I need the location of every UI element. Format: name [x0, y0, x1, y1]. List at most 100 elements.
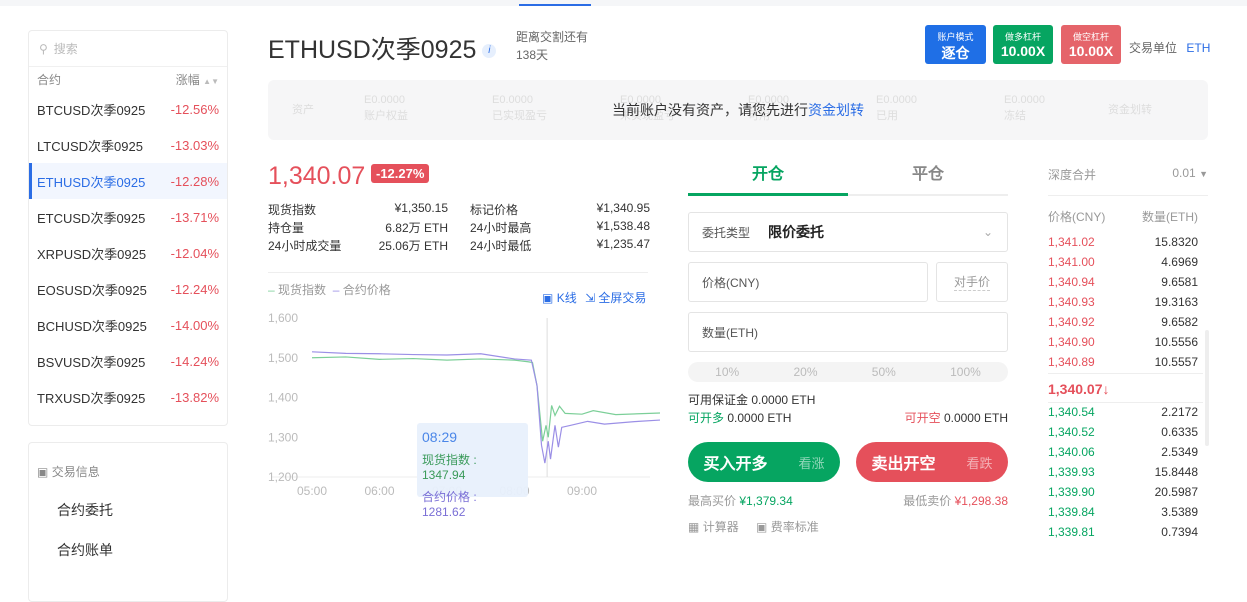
max-buy-label: 最高买价 — [688, 494, 737, 508]
contract-item[interactable]: BSVUSD次季0925 -14.24% — [29, 343, 227, 379]
orderbook-last-price: 1,340.07↓ — [1048, 373, 1203, 403]
stat-value: ¥1,235.47 — [596, 237, 650, 251]
orderbook-row[interactable]: 1,341.02 15.8320 — [1048, 232, 1198, 252]
account-mode-button[interactable]: 账户模式 逐仓 — [925, 25, 986, 64]
ticker-stat: 24小时最高 ¥1,538.48 — [470, 219, 650, 237]
orderbook-row[interactable]: 1,339.81 0.7394 — [1048, 522, 1198, 542]
orderbook-row[interactable]: 1,340.06 2.5349 — [1048, 442, 1198, 462]
contract-change: -13.03% — [170, 137, 219, 153]
menu-contract-orders[interactable]: 合约委托 — [29, 480, 227, 520]
fee-link[interactable]: ▣ 费率标准 — [756, 518, 819, 535]
contract-item[interactable]: ETCUSD次季0925 -13.71% — [29, 199, 227, 235]
order-type-label: 委托类型 — [702, 225, 751, 240]
contract-name: EOSUSD次季0925 — [37, 282, 147, 298]
orderbook-row[interactable]: 1,340.92 9.6582 — [1048, 312, 1198, 332]
short-leverage-button[interactable]: 做空杠杆 10.00X — [1061, 25, 1121, 64]
page-title: ETHUSD次季0925 i — [268, 30, 497, 66]
fund-transfer-link[interactable]: 资金划转 — [808, 102, 864, 118]
calculator-link[interactable]: ▦ 计算器 — [688, 518, 739, 535]
asset-value: E0.0000 — [492, 94, 533, 106]
row-price: 1,341.00 — [1048, 255, 1095, 269]
asset-label: 已用 — [876, 110, 898, 122]
order-type-select[interactable]: 委托类型 限价委托 ⌄ — [688, 212, 1008, 252]
orderbook-row[interactable]: 1,340.90 10.5556 — [1048, 332, 1198, 352]
can-long-value: 0.0000 ETH — [727, 411, 792, 425]
price-input[interactable]: 价格(CNY) — [688, 262, 928, 302]
divider — [268, 272, 648, 273]
orderbook-row[interactable]: 1,340.54 2.2172 — [1048, 402, 1198, 422]
unit-label: 交易单位 — [1129, 41, 1178, 55]
tooltip-spot: 现货指数 : 1347.94 — [422, 453, 477, 482]
pct-20[interactable]: 20% — [793, 365, 817, 379]
long-leverage-button[interactable]: 做多杠杆 10.00X — [993, 25, 1053, 64]
row-price: 1,340.94 — [1048, 275, 1095, 289]
tab-open-position[interactable]: 开仓 — [688, 160, 848, 196]
menu-contract-bills[interactable]: 合约账单 — [29, 520, 227, 560]
fullscreen-link[interactable]: ⇲ 全屏交易 — [585, 289, 646, 306]
sort-change[interactable]: 涨幅 ▲▼ — [176, 71, 219, 88]
quantity-input[interactable]: 数量(ETH) — [688, 312, 1008, 352]
contract-item[interactable]: TRXUSD次季0925 -13.82% — [29, 379, 227, 415]
orderbook-row[interactable]: 1,339.84 3.5389 — [1048, 502, 1198, 522]
contract-name: BTCUSD次季0925 — [37, 102, 146, 118]
dollar-icon: ▣ — [756, 520, 768, 534]
contract-list-panel: ⚲ 搜索 合约 涨幅 ▲▼ BTCUSD次季0925 -12.56% LTCUSD次季0… — [28, 30, 228, 426]
orderbook-row[interactable]: 1,340.93 19.3163 — [1048, 292, 1198, 312]
pct-50[interactable]: 50% — [872, 365, 896, 379]
unit-value[interactable]: ETH — [1186, 41, 1210, 55]
tab-close-position[interactable]: 平仓 — [848, 160, 1008, 196]
stat-value: 6.82万 ETH — [385, 221, 448, 235]
ticker-stat: 持仓量 6.82万 ETH — [268, 219, 448, 237]
counter-price-button[interactable]: 对手价 — [936, 262, 1008, 302]
info-icon[interactable]: i — [482, 44, 497, 59]
orderbook-scrollbar[interactable] — [1205, 330, 1209, 446]
sell-short-button[interactable]: 卖出开空 看跌 — [856, 442, 1008, 482]
row-price: 1,339.90 — [1048, 485, 1095, 499]
pct-10[interactable]: 10% — [715, 365, 739, 379]
ticker-stat: 24小时成交量 25.06万 ETH — [268, 237, 448, 255]
orderbook-row[interactable]: 1,339.93 15.8448 — [1048, 462, 1198, 482]
legend-contract: 合约价格 — [342, 283, 391, 297]
tooltip-time: 08:29 — [422, 429, 458, 445]
pct-100[interactable]: 100% — [950, 365, 981, 379]
top-nav-bar — [0, 0, 1247, 6]
orderbook-row[interactable]: 1,340.94 9.6581 — [1048, 272, 1198, 292]
search-input[interactable]: ⚲ 搜索 — [29, 31, 227, 67]
depth-merge-select[interactable]: 0.01 ▼ — [1172, 166, 1208, 180]
orderbook-row[interactable]: 1,339.90 20.5987 — [1048, 482, 1198, 502]
contract-name: LTCUSD次季0925 — [37, 138, 143, 154]
col-contract: 合约 — [37, 72, 62, 87]
orderbook-row[interactable]: 1,340.52 0.6335 — [1048, 422, 1198, 442]
buy-long-button[interactable]: 买入开多 看涨 — [688, 442, 840, 482]
ticker-stat: 标记价格 ¥1,340.95 — [470, 201, 650, 219]
contract-change: -12.28% — [170, 173, 219, 189]
contract-item[interactable]: ETHUSD次季0925 -12.28% — [29, 163, 227, 199]
orderbook-row[interactable]: 1,341.00 4.6969 — [1048, 252, 1198, 272]
kline-link[interactable]: ▣ K线 — [542, 289, 577, 306]
row-price: 1,340.90 — [1048, 335, 1095, 349]
orderbook-row[interactable]: 1,340.89 10.5557 — [1048, 352, 1198, 372]
contract-item[interactable]: BCHUSD次季0925 -14.00% — [29, 307, 227, 343]
kline-icon: ▣ — [542, 291, 554, 305]
badge-value: 逐仓 — [941, 45, 970, 61]
row-price: 1,340.89 — [1048, 355, 1095, 369]
contract-change: -12.04% — [170, 245, 219, 261]
row-price: 1,340.93 — [1048, 295, 1095, 309]
contract-item[interactable]: LTCUSD次季0925 -13.03% — [29, 127, 227, 163]
contract-item[interactable]: BTCUSD次季0925 -12.56% — [29, 91, 227, 127]
last-price-value: 1,340.07 — [1048, 381, 1103, 397]
row-price: 1,340.92 — [1048, 315, 1095, 329]
contract-change: -13.71% — [170, 209, 219, 225]
row-price: 1,339.81 — [1048, 525, 1095, 539]
contract-name: BCHUSD次季0925 — [37, 318, 147, 334]
x-tick-label: 09:00 — [567, 484, 597, 498]
row-price: 1,339.84 — [1048, 505, 1095, 519]
contract-item[interactable]: EOSUSD次季0925 -12.24% — [29, 271, 227, 307]
row-qty: 4.6969 — [1161, 255, 1198, 269]
contract-item[interactable]: XRPUSD次季0925 -12.04% — [29, 235, 227, 271]
delivery-label: 距离交割还有 — [516, 30, 589, 44]
row-price: 1,341.02 — [1048, 235, 1095, 249]
fullscreen-label: 全屏交易 — [598, 291, 647, 305]
asset-value: E0.0000 — [1004, 94, 1045, 106]
y-tick-label: 1,500 — [268, 351, 298, 365]
